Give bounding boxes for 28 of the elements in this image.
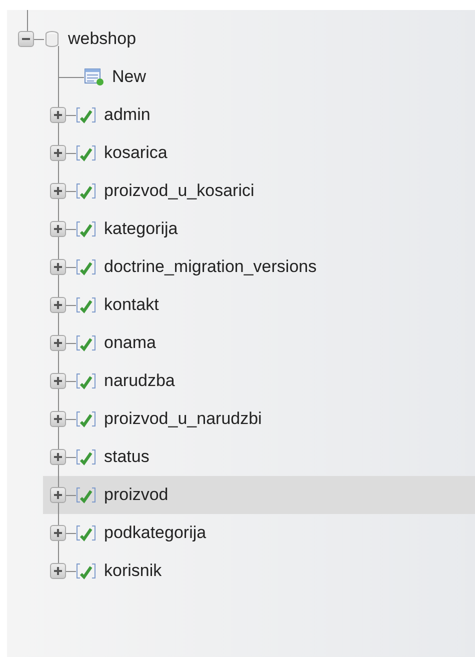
table-name[interactable]: narudzba xyxy=(104,371,175,391)
table-name[interactable]: admin xyxy=(104,105,150,125)
table-name[interactable]: proizvod_u_narudzbi xyxy=(104,409,262,429)
table-name[interactable]: kosarica xyxy=(104,143,168,163)
database-name[interactable]: webshop xyxy=(68,29,136,49)
table-row[interactable]: proizvod xyxy=(43,476,475,514)
table-name[interactable]: proizvod xyxy=(104,485,168,505)
table-name[interactable]: podkategorija xyxy=(104,523,206,543)
table-row[interactable]: kontakt xyxy=(43,286,475,324)
table-name[interactable]: proizvod_u_kosarici xyxy=(104,181,254,201)
table-name[interactable]: doctrine_migration_versions xyxy=(104,257,317,277)
table-row[interactable]: doctrine_migration_versions xyxy=(43,248,475,286)
table-row[interactable]: podkategorija xyxy=(43,514,475,552)
table-name[interactable]: onama xyxy=(104,333,156,353)
table-row[interactable]: kategorija xyxy=(43,210,475,248)
table-row[interactable]: proizvod_u_narudzbi xyxy=(43,400,475,438)
table-row[interactable]: korisnik xyxy=(43,552,475,590)
table-name[interactable]: kontakt xyxy=(104,295,159,315)
table-row[interactable]: onama xyxy=(43,324,475,362)
table-row[interactable]: admin xyxy=(43,96,475,134)
table-name[interactable]: kategorija xyxy=(104,219,178,239)
table-name[interactable]: korisnik xyxy=(104,561,162,581)
table-row[interactable]: narudzba xyxy=(43,362,475,400)
new-table-link[interactable]: New xyxy=(112,67,146,87)
table-row[interactable]: status xyxy=(43,438,475,476)
table-row[interactable]: proizvod_u_kosarici xyxy=(43,172,475,210)
table-row[interactable]: kosarica xyxy=(43,134,475,172)
table-name[interactable]: status xyxy=(104,447,150,467)
